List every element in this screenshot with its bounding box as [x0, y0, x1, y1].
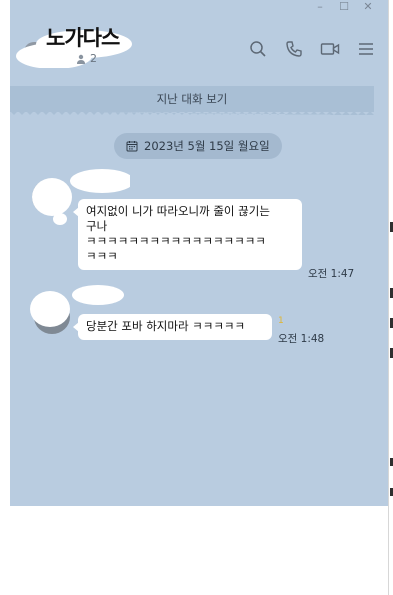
search-icon	[250, 41, 266, 57]
view-previous-chats-banner[interactable]: 지난 대화 보기	[10, 86, 374, 115]
background-window-edge	[388, 0, 393, 595]
member-count[interactable]: 2	[76, 52, 97, 65]
phone-icon	[286, 41, 302, 57]
minimize-button[interactable]: –	[308, 0, 332, 13]
menu-button[interactable]	[356, 39, 376, 59]
message-line: ㅋㅋㅋ	[86, 249, 118, 263]
video-call-button[interactable]	[320, 39, 340, 59]
header-actions	[248, 39, 376, 59]
member-count-label: 2	[90, 52, 97, 65]
message-time: 오전 1:48	[278, 333, 325, 345]
menu-icon	[359, 43, 373, 55]
voice-call-button[interactable]	[284, 39, 304, 59]
room-title[interactable]: 노가다스	[46, 22, 120, 52]
unread-count: 1	[278, 316, 284, 326]
video-call-icon	[320, 43, 340, 55]
banner-zigzag	[10, 111, 374, 115]
chat-window: – ☐ ✕ 노가다스 2 지난 대화 보기 2023년 5월 15일 월요일 여…	[0, 0, 388, 595]
message-line: ㅋㅋㅋㅋㅋㅋㅋㅋㅋㅋㅋㅋㅋㅋㅋㅋㅋ	[86, 234, 266, 248]
chat-area: – ☐ ✕ 노가다스 2 지난 대화 보기 2023년 5월 15일 월요일 여…	[10, 0, 388, 506]
calendar-icon	[126, 141, 138, 152]
message-line: 당분간 포바 하지마라 ㅋㅋㅋㅋㅋ	[86, 319, 246, 333]
message-line: 여지없이 니가 따라오니까 줄이 끊기는	[86, 204, 270, 218]
view-previous-chats-label: 지난 대화 보기	[156, 92, 228, 106]
message-bubble[interactable]: 여지없이 니가 따라오니까 줄이 끊기는 구나 ㅋㅋㅋㅋㅋㅋㅋㅋㅋㅋㅋㅋㅋㅋㅋㅋ…	[73, 199, 302, 270]
maximize-button[interactable]: ☐	[332, 0, 356, 13]
window-controls: – ☐ ✕	[308, 0, 380, 13]
date-divider: 2023년 5월 15일 월요일	[114, 133, 282, 159]
close-button[interactable]: ✕	[356, 0, 380, 13]
date-divider-label: 2023년 5월 15일 월요일	[144, 139, 270, 153]
search-button[interactable]	[248, 39, 268, 59]
message-bubble[interactable]: 당분간 포바 하지마라 ㅋㅋㅋㅋㅋ	[73, 314, 272, 340]
message-time: 오전 1:47	[308, 268, 355, 280]
message-line: 구나	[86, 219, 108, 233]
person-icon	[77, 54, 85, 64]
